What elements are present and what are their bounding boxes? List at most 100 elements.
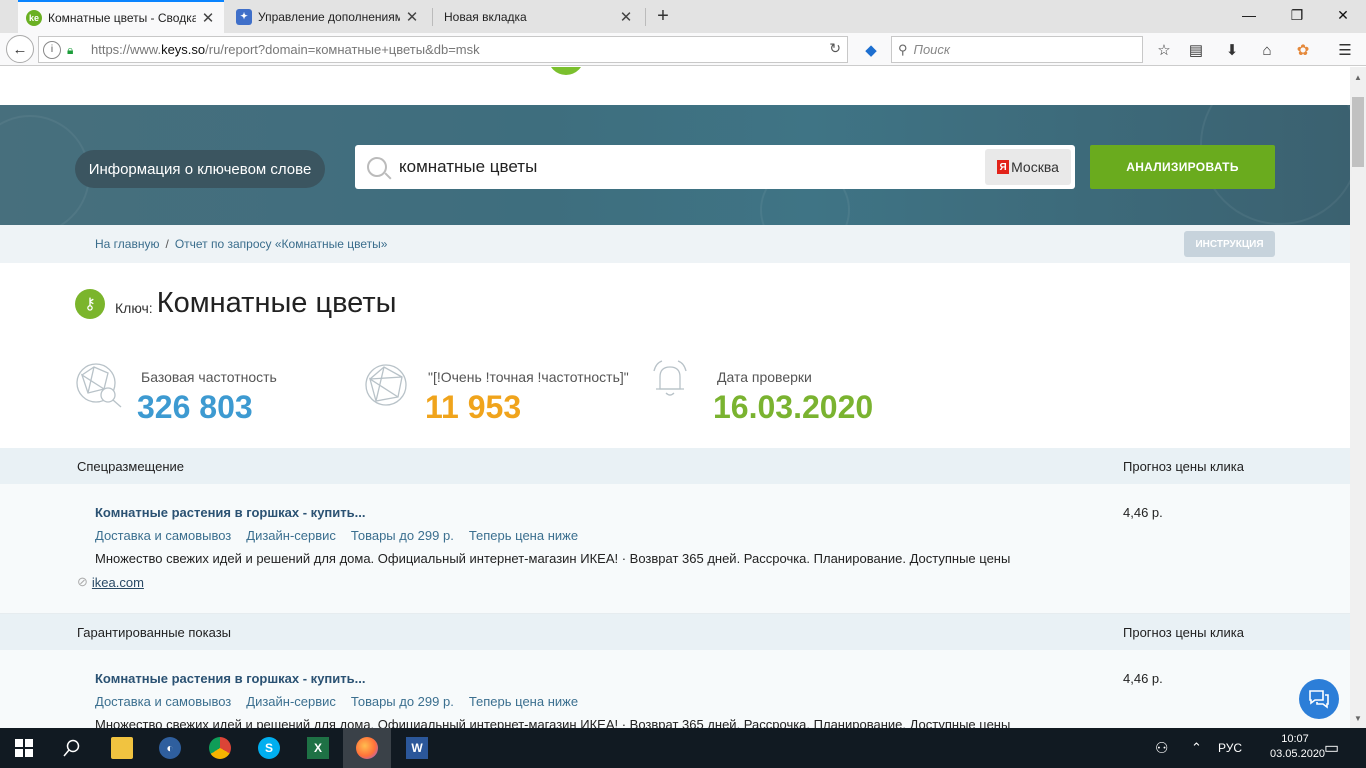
- system-clock[interactable]: 10:07 03.05.2020: [1270, 732, 1326, 762]
- network-icon: [365, 364, 407, 406]
- language-indicator[interactable]: РУС: [1218, 728, 1242, 768]
- ad-sitelinks: Доставка и самовывоз Дизайн-сервис Товар…: [95, 694, 578, 709]
- download-icon[interactable]: ⬇: [1220, 37, 1244, 63]
- minimize-button[interactable]: —: [1226, 0, 1272, 30]
- page-scrollbar[interactable]: ▲ ▼: [1350, 67, 1366, 728]
- ad-sitelink[interactable]: Доставка и самовывоз: [95, 528, 231, 543]
- close-tab-icon[interactable]: ✕: [404, 8, 420, 26]
- bookmark-star-icon[interactable]: ☆: [1152, 37, 1176, 63]
- section-price-heading: Прогноз цены клика: [1123, 625, 1244, 640]
- info-icon[interactable]: i: [43, 40, 61, 59]
- section-price-heading: Прогноз цены клика: [1123, 459, 1244, 474]
- stat-label: Дата проверки: [717, 369, 812, 385]
- tab-divider: [432, 8, 433, 26]
- scroll-down-icon[interactable]: ▼: [1350, 710, 1366, 726]
- stat-value: 326 803: [137, 389, 253, 425]
- ad-sitelink[interactable]: Товары до 299 р.: [351, 528, 454, 543]
- chat-button[interactable]: [1299, 679, 1339, 719]
- keyword-search-input[interactable]: [399, 155, 959, 179]
- scroll-up-icon[interactable]: ▲: [1350, 69, 1366, 85]
- search-icon: [63, 739, 80, 757]
- breadcrumb: На главную / Отчет по запросу «Комнатные…: [95, 237, 387, 251]
- tab-addons[interactable]: ✦ Управление дополнениями ✕: [228, 0, 428, 33]
- analyze-button[interactable]: АНАЛИЗИРОВАТЬ: [1090, 145, 1275, 189]
- new-tab-button[interactable]: +: [650, 0, 676, 33]
- ad-sitelinks: Доставка и самовывоз Дизайн-сервис Товар…: [95, 528, 578, 543]
- breadcrumb-current-link[interactable]: Отчет по запросу «Комнатные цветы»: [175, 237, 388, 251]
- back-button[interactable]: ←: [6, 35, 34, 63]
- puzzle-icon: ✦: [236, 8, 252, 25]
- maximize-button[interactable]: ❐: [1274, 0, 1320, 30]
- clock-time: 10:07: [1281, 733, 1309, 745]
- keyword-title: Комнатные цветы: [156, 287, 397, 319]
- keyword-label: Ключ:: [115, 299, 153, 316]
- nav-bar: ← i 🔒︎ https://www.keys.so/ru/report?dom…: [0, 33, 1366, 66]
- ad-sitelink[interactable]: Товары до 299 р.: [351, 694, 454, 709]
- tab-new[interactable]: Новая вкладка ✕: [436, 0, 642, 33]
- scrollbar-thumb[interactable]: [1352, 97, 1364, 167]
- search-bar[interactable]: ⚲ Поиск: [891, 36, 1143, 63]
- taskbar-firefox[interactable]: [343, 728, 391, 768]
- ad-domain-link[interactable]: ikea.com: [92, 575, 144, 590]
- ad-sitelink[interactable]: Теперь цена ниже: [469, 694, 578, 709]
- taskbar-excel[interactable]: X: [294, 728, 342, 768]
- taskbar-explorer[interactable]: [98, 728, 146, 768]
- key-icon: ⚷: [75, 288, 105, 319]
- reload-icon[interactable]: ↻: [829, 40, 841, 57]
- breadcrumb-bar: На главную / Отчет по запросу «Комнатные…: [0, 225, 1350, 263]
- extension-icon[interactable]: ◆: [860, 37, 882, 63]
- ad-card: Комнатные растения в горшках - купить...…: [0, 484, 1350, 614]
- taskbar-search-button[interactable]: [48, 728, 96, 768]
- ad-sitelink[interactable]: Теперь цена ниже: [469, 528, 578, 543]
- tab-keys-so[interactable]: ke Комнатные цветы - Сводка ✕: [18, 0, 224, 33]
- excel-icon: X: [307, 737, 329, 759]
- people-icon[interactable]: ⚇: [1155, 728, 1168, 768]
- tab-title: Комнатные цветы - Сводка: [48, 10, 196, 25]
- windows-logo-icon: [15, 739, 33, 757]
- taskbar-skype[interactable]: S: [245, 728, 293, 768]
- taskbar-chrome[interactable]: [196, 728, 244, 768]
- paperclip-icon: ⊘: [77, 574, 88, 589]
- word-icon: W: [406, 737, 428, 759]
- ad-description: Множество свежих идей и решений для дома…: [95, 717, 1011, 728]
- ad-sitelink[interactable]: Дизайн-сервис: [246, 694, 336, 709]
- clock-date: 03.05.2020: [1270, 748, 1326, 760]
- menu-icon[interactable]: ☰: [1333, 37, 1357, 63]
- url-bar[interactable]: i 🔒︎ https://www.keys.so/ru/report?domai…: [38, 36, 848, 63]
- section-header-special: Спецразмещение Прогноз цены клика: [0, 448, 1350, 484]
- region-select[interactable]: Я Москва: [985, 149, 1071, 185]
- firefox-icon: [356, 737, 378, 759]
- ad-sitelink[interactable]: Доставка и самовывоз: [95, 694, 231, 709]
- breadcrumb-home-link[interactable]: На главную: [95, 237, 159, 251]
- page-content: Информация о ключевом слове ЯМосква АНАЛ…: [0, 67, 1350, 728]
- notifications-icon[interactable]: ▭: [1324, 728, 1339, 768]
- skype-icon: S: [258, 737, 280, 759]
- tray-chevron-icon[interactable]: ⌃: [1191, 728, 1202, 768]
- close-tab-icon[interactable]: ✕: [200, 9, 216, 27]
- stat-label: Базовая частотность: [141, 369, 277, 385]
- chat-icon: [1309, 690, 1329, 709]
- close-window-button[interactable]: ✕: [1320, 0, 1366, 30]
- ad-title-link[interactable]: Комнатные растения в горшках - купить...: [95, 505, 365, 520]
- lock-icon: 🔒︎: [67, 42, 74, 57]
- section-header-guaranteed: Гарантированные показы Прогноз цены клик…: [0, 614, 1350, 650]
- ad-sitelink[interactable]: Дизайн-сервис: [246, 528, 336, 543]
- home-icon[interactable]: ⌂: [1255, 37, 1279, 63]
- library-icon[interactable]: ▤: [1184, 37, 1208, 63]
- ad-price: 4,46 р.: [1123, 505, 1163, 520]
- windows-taskbar: ◐ S X W ⚇ ⌃ РУС 10:07 03.05.2020 ▭: [0, 728, 1366, 768]
- site-logo[interactable]: [548, 67, 584, 75]
- extension-addon-icon[interactable]: ✿: [1291, 37, 1315, 63]
- ad-card: Комнатные растения в горшках - купить...…: [0, 650, 1350, 728]
- start-button[interactable]: [0, 728, 48, 768]
- stat-value: 16.03.2020: [713, 389, 874, 425]
- ad-domain: ⊘ ikea.com: [77, 574, 144, 590]
- instruction-button[interactable]: ИНСТРУКЦИЯ: [1184, 231, 1275, 257]
- taskbar-word[interactable]: W: [393, 728, 441, 768]
- keyword-info-pill[interactable]: Информация о ключевом слове: [75, 150, 325, 188]
- ad-title-link[interactable]: Комнатные растения в горшках - купить...: [95, 671, 365, 686]
- yandex-icon: Я: [997, 160, 1010, 174]
- taskbar-app-media[interactable]: ◐: [146, 728, 194, 768]
- search-icon: ⚲: [898, 41, 908, 57]
- close-tab-icon[interactable]: ✕: [618, 8, 634, 26]
